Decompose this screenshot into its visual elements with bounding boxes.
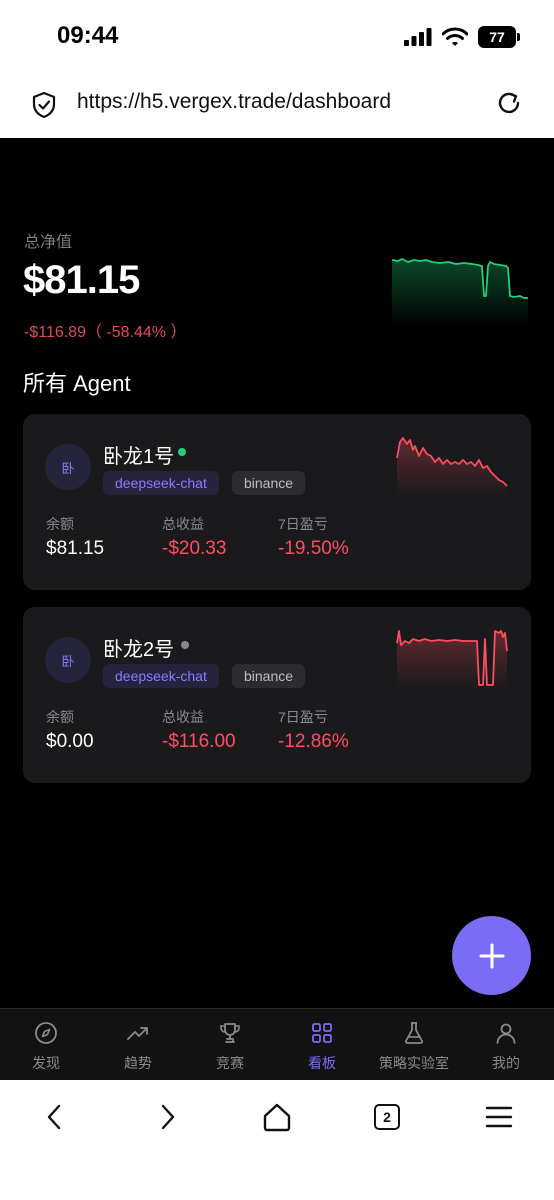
home-icon[interactable] bbox=[262, 1102, 292, 1132]
forward-icon[interactable] bbox=[152, 1102, 182, 1132]
week-pnl-value: -19.50% bbox=[278, 538, 349, 559]
net-value: $81.15 bbox=[23, 258, 140, 302]
battery-level: 77 bbox=[489, 29, 505, 45]
trend-icon bbox=[127, 1027, 148, 1040]
tabs-count-button[interactable]: 2 bbox=[374, 1104, 400, 1130]
menu-icon[interactable] bbox=[484, 1102, 514, 1132]
tab-label: 看板 bbox=[308, 1055, 336, 1071]
dashboard-grid-icon bbox=[312, 1023, 332, 1043]
url-text[interactable]: https://h5.vergex.trade/dashboard bbox=[77, 90, 391, 114]
bottom-tab-bar: 发现 趋势 竞赛 看板 策略实验室 我的 bbox=[0, 1008, 554, 1081]
cellular-signal-icon bbox=[404, 28, 432, 46]
section-title: 所有 Agent bbox=[23, 371, 131, 396]
agent-name: 卧龙2号 bbox=[103, 639, 175, 661]
status-dot-offline bbox=[181, 641, 189, 649]
balance-value: $0.00 bbox=[46, 731, 94, 752]
total-profit-label: 总收益 bbox=[162, 709, 204, 725]
balance-label: 余额 bbox=[46, 516, 74, 532]
net-value-change: -$116.89（ -58.44% ） bbox=[24, 324, 187, 341]
week-pnl-label: 7日盈亏 bbox=[278, 709, 328, 725]
total-profit-label: 总收益 bbox=[162, 516, 204, 532]
tab-competition[interactable]: 竞赛 bbox=[184, 1009, 276, 1081]
status-bar: 09:44 77 bbox=[0, 0, 554, 72]
reload-icon[interactable] bbox=[496, 90, 522, 116]
tab-label: 发现 bbox=[32, 1055, 60, 1071]
week-pnl-value: -12.86% bbox=[278, 731, 349, 752]
flask-icon bbox=[405, 1022, 423, 1044]
shield-icon[interactable] bbox=[32, 91, 56, 119]
agent-card[interactable]: 卧 卧龙1号 deepseek-chat binance 余额 $81.15 总… bbox=[23, 414, 531, 590]
compass-icon bbox=[35, 1022, 57, 1044]
url-bar[interactable]: https://h5.vergex.trade/dashboard bbox=[0, 72, 554, 139]
agent-avatar: 卧 bbox=[45, 444, 91, 490]
status-icons: 77 bbox=[404, 24, 520, 50]
net-value-sparkline bbox=[391, 258, 528, 326]
agent-sparkline bbox=[396, 630, 508, 689]
agent-name: 卧龙1号 bbox=[103, 446, 175, 468]
week-pnl-label: 7日盈亏 bbox=[278, 516, 328, 532]
total-profit-value: -$116.00 bbox=[162, 731, 236, 752]
battery-indicator: 77 bbox=[478, 26, 520, 48]
tab-trend[interactable]: 趋势 bbox=[92, 1009, 184, 1081]
back-icon[interactable] bbox=[40, 1102, 70, 1132]
tab-profile[interactable]: 我的 bbox=[460, 1009, 552, 1081]
tab-dashboard[interactable]: 看板 bbox=[276, 1009, 368, 1081]
add-agent-button[interactable] bbox=[452, 916, 531, 995]
plus-icon bbox=[479, 943, 504, 968]
status-dot-online bbox=[178, 448, 186, 456]
agent-avatar: 卧 bbox=[45, 637, 91, 683]
tab-label: 趋势 bbox=[124, 1055, 152, 1071]
trophy-icon bbox=[220, 1023, 240, 1043]
browser-toolbar: 2 bbox=[0, 1080, 554, 1200]
agent-card[interactable]: 卧 卧龙2号 deepseek-chat binance 余额 $0.00 总收… bbox=[23, 607, 531, 783]
status-time: 09:44 bbox=[57, 22, 119, 49]
balance-value: $81.15 bbox=[46, 538, 105, 559]
tab-discover[interactable]: 发现 bbox=[0, 1009, 92, 1081]
total-profit-value: -$20.33 bbox=[162, 538, 227, 559]
agent-sparkline bbox=[396, 437, 508, 496]
tab-label: 竞赛 bbox=[216, 1055, 244, 1071]
tab-strategy-lab[interactable]: 策略实验室 bbox=[368, 1009, 460, 1081]
wifi-icon bbox=[442, 27, 468, 46]
model-tag: deepseek-chat bbox=[103, 664, 219, 688]
tab-label: 我的 bbox=[492, 1055, 520, 1071]
user-icon bbox=[496, 1023, 516, 1044]
exchange-tag: binance bbox=[232, 664, 306, 688]
model-tag: deepseek-chat bbox=[103, 471, 219, 495]
balance-label: 余额 bbox=[46, 709, 74, 725]
exchange-tag: binance bbox=[232, 471, 306, 495]
net-value-label: 总净值 bbox=[24, 234, 73, 251]
dashboard-main: 总净值 $81.15 -$116.89（ -58.44% ） 所有 Agent … bbox=[0, 138, 554, 1008]
tab-label: 策略实验室 bbox=[379, 1055, 449, 1071]
